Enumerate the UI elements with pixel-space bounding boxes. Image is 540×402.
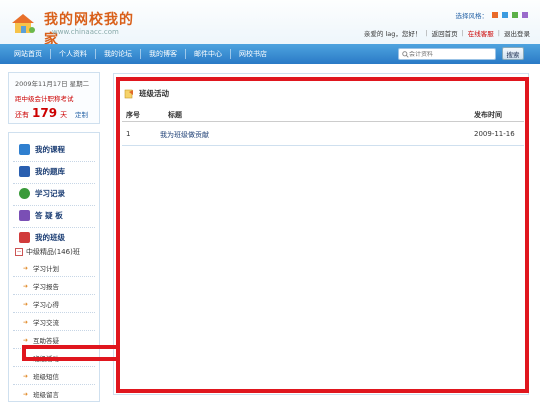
style-picker: 选择风格： xyxy=(455,10,528,20)
style-swatch-orange[interactable] xyxy=(492,12,498,18)
sub-item-label: 互助答疑 xyxy=(33,337,60,345)
arrow-icon: ➜ xyxy=(23,264,29,272)
sub-item-label: 学习计划 xyxy=(33,265,60,273)
greeting: 亲爱的 lag，您好！ xyxy=(363,30,422,38)
customize-link[interactable]: 定制 xyxy=(75,109,88,119)
nav-item-forum[interactable]: 我的论坛 xyxy=(96,49,141,59)
style-swatch-green[interactable] xyxy=(512,12,518,18)
divider xyxy=(13,366,95,367)
countdown: 还有 179 天 xyxy=(15,106,67,120)
current-date: 2009年11月17日 星期二 xyxy=(15,80,90,88)
style-swatch-blue[interactable] xyxy=(502,12,508,18)
nav-item-home[interactable]: 网站首页 xyxy=(0,49,51,59)
record-icon xyxy=(19,187,30,199)
arrow-icon: ➜ xyxy=(23,372,29,380)
sub-item-study-report[interactable]: ➜ 学习报告 xyxy=(23,279,59,293)
course-icon xyxy=(19,143,30,155)
highlight-box xyxy=(116,77,529,393)
date-box: 2009年11月17日 星期二 距中级会计职称考试 还有 179 天 定制 xyxy=(8,72,100,124)
sub-item-study-notes[interactable]: ➜ 学习心得 xyxy=(23,297,59,311)
sidebar-item-label: 学习记录 xyxy=(35,188,65,198)
search-icon xyxy=(402,50,409,58)
divider xyxy=(13,312,95,313)
search-button[interactable]: 搜索 xyxy=(502,47,524,60)
countdown-suffix: 天 xyxy=(60,111,68,119)
sub-item-class-sms[interactable]: ➜ 班级短信 xyxy=(23,369,59,383)
site-url: www.chinaacc.com xyxy=(52,28,119,36)
collapse-icon: − xyxy=(15,248,23,256)
countdown-days: 179 xyxy=(32,106,58,120)
question-bank-icon xyxy=(19,165,30,177)
page-header: 我的网校我的家 www.chinaacc.com 选择风格： 亲爱的 lag，您… xyxy=(0,0,540,48)
divider: | xyxy=(425,29,428,37)
divider xyxy=(13,330,95,331)
house-icon xyxy=(12,14,35,33)
sidebar-item-label: 我的班级 xyxy=(35,232,65,242)
question-icon xyxy=(19,209,30,221)
arrow-icon: ➜ xyxy=(23,336,29,344)
sub-item-label: 学习交流 xyxy=(33,319,60,327)
nav-item-mail[interactable]: 邮件中心 xyxy=(186,49,231,59)
divider xyxy=(13,205,95,206)
sidebar-item-question-bank[interactable]: 我的题库 xyxy=(19,163,65,179)
nav-item-blog[interactable]: 我的博客 xyxy=(141,49,186,59)
divider: | xyxy=(497,29,500,37)
divider xyxy=(13,276,95,277)
sub-item-label: 班级留言 xyxy=(33,391,60,399)
class-icon xyxy=(19,231,30,243)
divider xyxy=(13,384,95,385)
sub-item-label: 学习心得 xyxy=(33,301,60,309)
style-swatch-purple[interactable] xyxy=(522,12,528,18)
arrow-icon: ➜ xyxy=(23,282,29,290)
search-input[interactable] xyxy=(409,50,489,58)
site-logo[interactable]: 我的网校我的家 www.chinaacc.com xyxy=(8,6,148,48)
sidebar-item-my-class[interactable]: 我的班级 xyxy=(19,229,65,245)
search-box xyxy=(398,48,496,60)
style-label: 选择风格： xyxy=(455,12,489,20)
sidebar-item-label: 我的课程 xyxy=(35,144,65,154)
highlight-connector xyxy=(22,345,118,361)
sub-item-label: 班级短信 xyxy=(33,373,60,381)
class-name: 中级精品(146)班 xyxy=(26,248,80,256)
logout-link[interactable]: 退出登录 xyxy=(504,28,530,38)
class-title[interactable]: − 中级精品(146)班 xyxy=(15,247,80,257)
sidebar-item-courses[interactable]: 我的课程 xyxy=(19,141,65,157)
arrow-icon: ➜ xyxy=(23,300,29,308)
top-links: 亲爱的 lag，您好！ | 返回首页 | 在线客服 | 退出登录 xyxy=(364,28,530,38)
sub-item-class-message[interactable]: ➜ 班级留言 xyxy=(23,387,59,401)
sidebar-item-label: 我的题库 xyxy=(35,166,65,176)
sidebar-item-records[interactable]: 学习记录 xyxy=(19,185,65,201)
sub-item-study-plan[interactable]: ➜ 学习计划 xyxy=(23,261,59,275)
nav-item-bookstore[interactable]: 网校书店 xyxy=(231,49,275,59)
sidebar-menu: 我的课程 我的题库 学习记录 答 疑 板 我的班级 − 中级精品(146)班 ➜ 学… xyxy=(8,132,100,402)
divider xyxy=(13,161,95,162)
sidebar-item-label: 答 疑 板 xyxy=(35,210,63,220)
sidebar-item-qa[interactable]: 答 疑 板 xyxy=(19,207,63,223)
divider xyxy=(13,227,95,228)
nav-item-profile[interactable]: 个人资料 xyxy=(51,49,96,59)
home-link[interactable]: 返回首页 xyxy=(432,28,458,38)
online-service-link[interactable]: 在线客服 xyxy=(468,28,494,38)
divider xyxy=(13,183,95,184)
divider xyxy=(13,294,95,295)
divider: | xyxy=(461,29,464,37)
arrow-icon: ➜ xyxy=(23,318,29,326)
arrow-icon: ➜ xyxy=(23,390,29,398)
sub-item-label: 学习报告 xyxy=(33,283,60,291)
sub-item-study-exchange[interactable]: ➜ 学习交流 xyxy=(23,315,59,329)
countdown-prefix: 还有 xyxy=(15,111,29,119)
exam-name: 距中级会计职称考试 xyxy=(15,95,74,103)
